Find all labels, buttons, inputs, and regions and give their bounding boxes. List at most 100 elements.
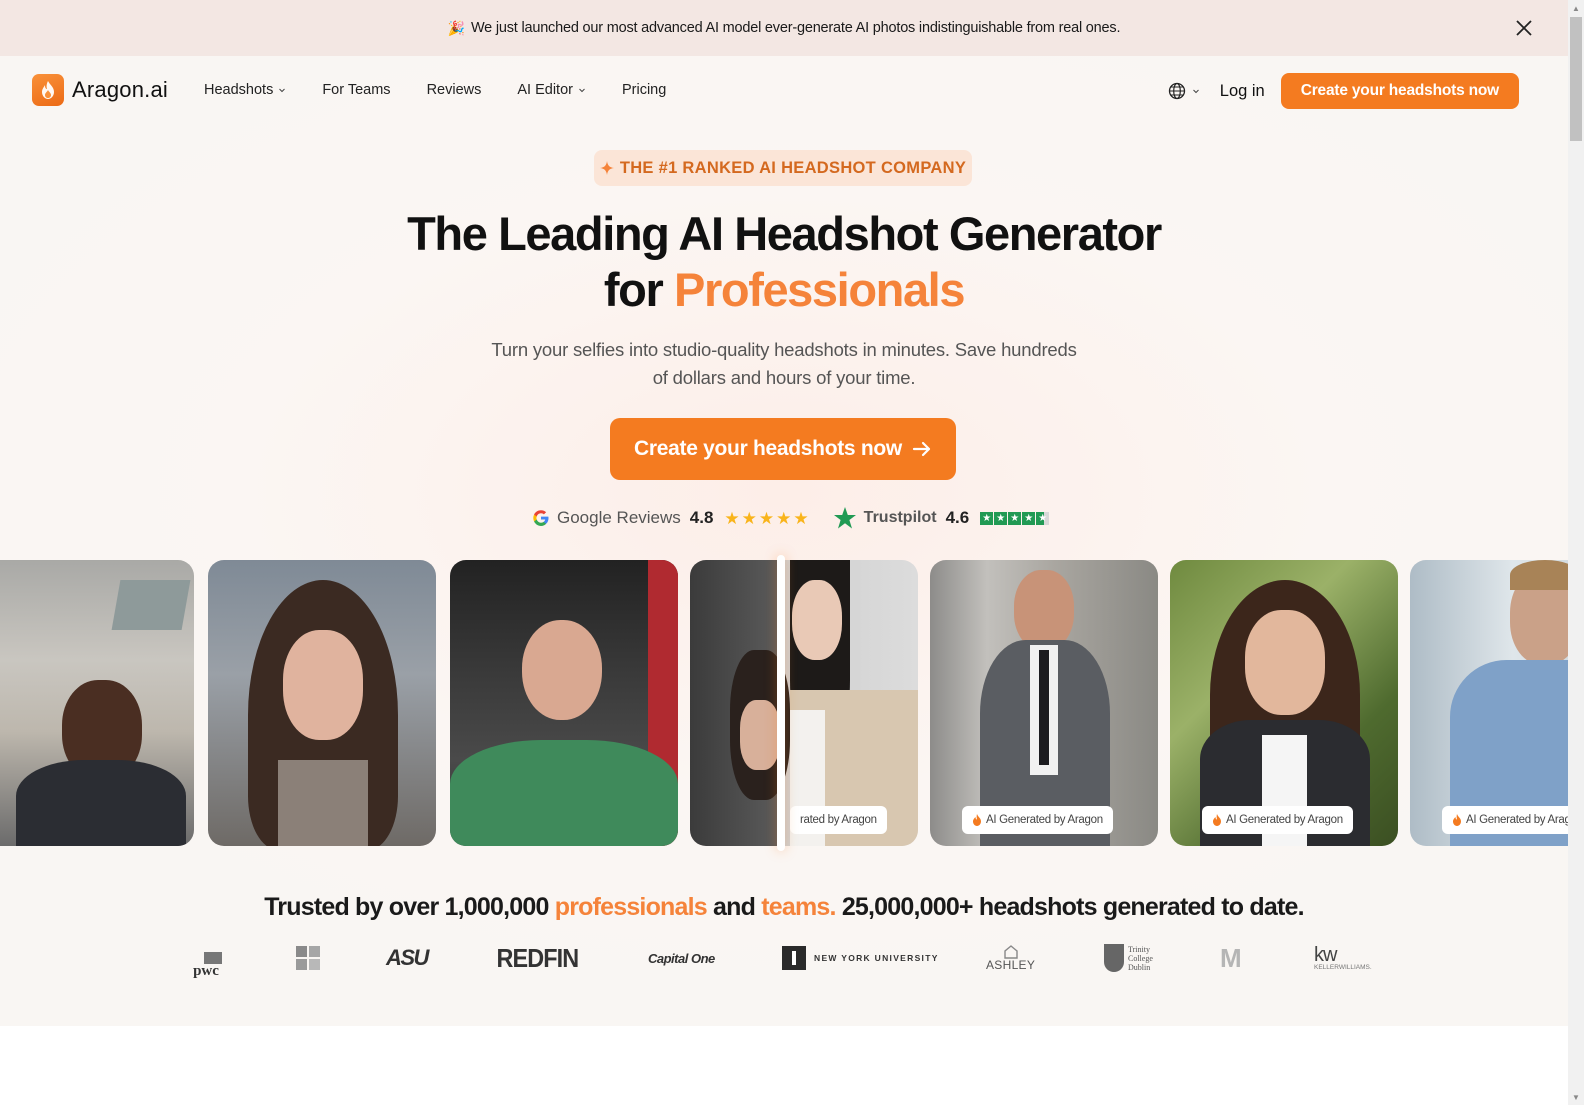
selfie-card <box>208 560 436 846</box>
trustpilot-stars: ★ ★ ★ ★ ★ <box>980 511 1050 525</box>
star-icon: ★ <box>793 508 809 528</box>
logo-pwc: pwc <box>190 938 222 979</box>
nav-pricing[interactable]: Pricing <box>622 82 666 98</box>
nav-reviews-label: Reviews <box>426 82 482 98</box>
redfin-text: REDFIN <box>496 942 580 973</box>
chevron-down-icon <box>279 88 286 93</box>
logo[interactable]: Aragon.ai <box>32 74 168 106</box>
hero-create-headshots-button[interactable]: Create your headshots now <box>610 418 956 480</box>
star-icon: ★ <box>1022 511 1036 525</box>
nav-ai-editor[interactable]: AI Editor <box>517 82 586 98</box>
party-popper-icon: 🎉 <box>447 19 465 36</box>
ranking-badge-text: THE #1 RANKED AI HEADSHOT COMPANY <box>619 158 967 177</box>
headline-prefix: for <box>603 263 664 316</box>
scrollbar-thumb[interactable] <box>1570 17 1582 141</box>
nav-headshots-label: Headshots <box>204 82 274 98</box>
trinity-crest-icon <box>1104 944 1124 972</box>
chevron-down-icon <box>1192 89 1199 94</box>
star-icon: ★ <box>994 511 1008 525</box>
scroll-down-arrow-icon[interactable]: ▼ <box>1568 1089 1584 1105</box>
logo-keller-williams: kw KELLERWILLIAMS. <box>1314 938 1372 978</box>
trustpilot-label: Trustpilot <box>863 509 937 526</box>
logo-text: Aragon.ai <box>72 77 168 102</box>
trusted-by-statement: Trusted by over 1,000,000 professionals … <box>0 893 1568 922</box>
logo-michigan: M <box>1220 938 1242 978</box>
house-icon <box>1003 945 1018 959</box>
language-selector[interactable] <box>1168 82 1200 100</box>
ai-headshot-card: AI Generated by Aragon <box>1170 560 1398 846</box>
headline-line-2: for Professionals <box>0 262 1568 318</box>
hero-section <box>0 56 1568 1026</box>
sparkle-icon <box>599 161 614 175</box>
flame-icon <box>973 814 981 826</box>
flame-logo-icon <box>32 74 64 106</box>
trusted-professionals: professionals <box>554 893 708 921</box>
ai-generated-badge: rated by Aragon <box>790 806 887 834</box>
ai-badge-text: rated by Aragon <box>800 814 877 826</box>
page: 🎉 We just launched our most advanced AI … <box>0 0 1568 1105</box>
login-link[interactable]: Log in <box>1220 82 1265 101</box>
ai-badge-text: AI Generated by Aragon <box>1226 814 1343 826</box>
before-after-split-card: rated by Aragon <box>690 560 918 846</box>
ai-generated-badge: AI Generated by Aragon <box>1202 806 1353 834</box>
ai-generated-badge: AI Generated by Aragon <box>962 806 1113 834</box>
flame-icon <box>1453 814 1461 826</box>
trusted-teams: teams. <box>761 893 836 921</box>
asu-text: ASU <box>386 945 429 970</box>
nav-links: Headshots For Teams Reviews AI Editor Pr… <box>204 82 702 98</box>
nav-headshots[interactable]: Headshots <box>204 82 286 98</box>
scroll-up-arrow-icon[interactable]: ▲ <box>1568 0 1584 16</box>
hero-headline: The Leading AI Headshot Generator for Pr… <box>0 206 1568 318</box>
ai-headshot-card: AI Generated by Aragon <box>930 560 1158 846</box>
google-stars: ★ ★ ★ ★ ★ <box>724 510 808 527</box>
nav-ai-editor-label: AI Editor <box>517 82 573 98</box>
trusted-and: and <box>713 893 756 921</box>
google-reviews-label: Google Reviews <box>557 508 681 527</box>
selfie-card <box>450 560 678 846</box>
before-after-slider-handle[interactable] <box>777 555 785 851</box>
trustpilot-score: 4.6 <box>945 508 970 527</box>
nav-create-headshots-button[interactable]: Create your headshots now <box>1280 73 1519 109</box>
nyu-torch-icon <box>782 946 806 970</box>
half-star-icon: ★ <box>1036 511 1050 525</box>
google-rating[interactable]: Google Reviews 4.8 ★ ★ ★ ★ ★ <box>532 508 809 528</box>
star-icon: ★ <box>741 508 757 528</box>
ashley-text: ASHLEY <box>986 958 1036 972</box>
page-scrollbar[interactable]: ▲ ▼ <box>1568 0 1584 1105</box>
ai-headshot-card: AI Generated by Aragon <box>1410 560 1568 846</box>
headline-line-1: The Leading AI Headshot Generator <box>407 207 1162 260</box>
logo-redfin: REDFIN <box>492 938 583 978</box>
trusted-prefix: Trusted by over 1,000,000 <box>264 893 549 921</box>
nav-pricing-label: Pricing <box>621 82 667 98</box>
michigan-text: M <box>1220 942 1242 973</box>
logo-asu: ASU <box>386 938 429 978</box>
announcement-text: We just launched our most advanced AI mo… <box>470 20 1121 36</box>
nav-for-teams[interactable]: For Teams <box>322 82 390 98</box>
nyu-text: NEW YORK UNIVERSITY <box>814 953 939 963</box>
close-icon[interactable] <box>1512 16 1536 40</box>
trustpilot-star-icon <box>833 507 856 529</box>
flame-icon <box>1213 814 1221 826</box>
google-score: 4.8 <box>689 508 714 527</box>
nav-reviews[interactable]: Reviews <box>427 82 482 98</box>
ai-generated-badge: AI Generated by Aragon <box>1442 806 1568 834</box>
ratings-row: Google Reviews 4.8 ★ ★ ★ ★ ★ Trustpilot … <box>532 505 1050 531</box>
star-icon: ★ <box>980 511 994 525</box>
star-icon: ★ <box>758 508 775 528</box>
kw-text: kw <box>1314 943 1337 966</box>
customer-logos: pwc ASU REDFIN Capital One NEW YORK UNIV… <box>0 938 1568 979</box>
main-navigation: Aragon.ai Headshots For Teams Reviews AI… <box>0 56 1568 126</box>
globe-icon <box>1168 82 1185 100</box>
logo-microsoft <box>296 938 320 978</box>
trustpilot-rating[interactable]: Trustpilot 4.6 ★ ★ ★ ★ ★ <box>833 506 1050 530</box>
hero-cta-label: Create your headshots now <box>634 437 902 460</box>
pwc-text: pwc <box>193 963 219 979</box>
nav-for-teams-label: For Teams <box>322 82 391 98</box>
trinity-line-3: Dublin <box>1128 962 1151 972</box>
ai-badge-text: AI Generated by Aragon <box>986 814 1103 826</box>
ai-badge-text: AI Generated by Aragon <box>1466 814 1568 826</box>
logo-ashley: ASHLEY <box>986 938 1035 978</box>
trusted-suffix: 25,000,000+ headshots generated to date. <box>841 893 1305 921</box>
chevron-down-icon <box>579 88 585 93</box>
ranking-badge: THE #1 RANKED AI HEADSHOT COMPANY <box>594 150 972 186</box>
